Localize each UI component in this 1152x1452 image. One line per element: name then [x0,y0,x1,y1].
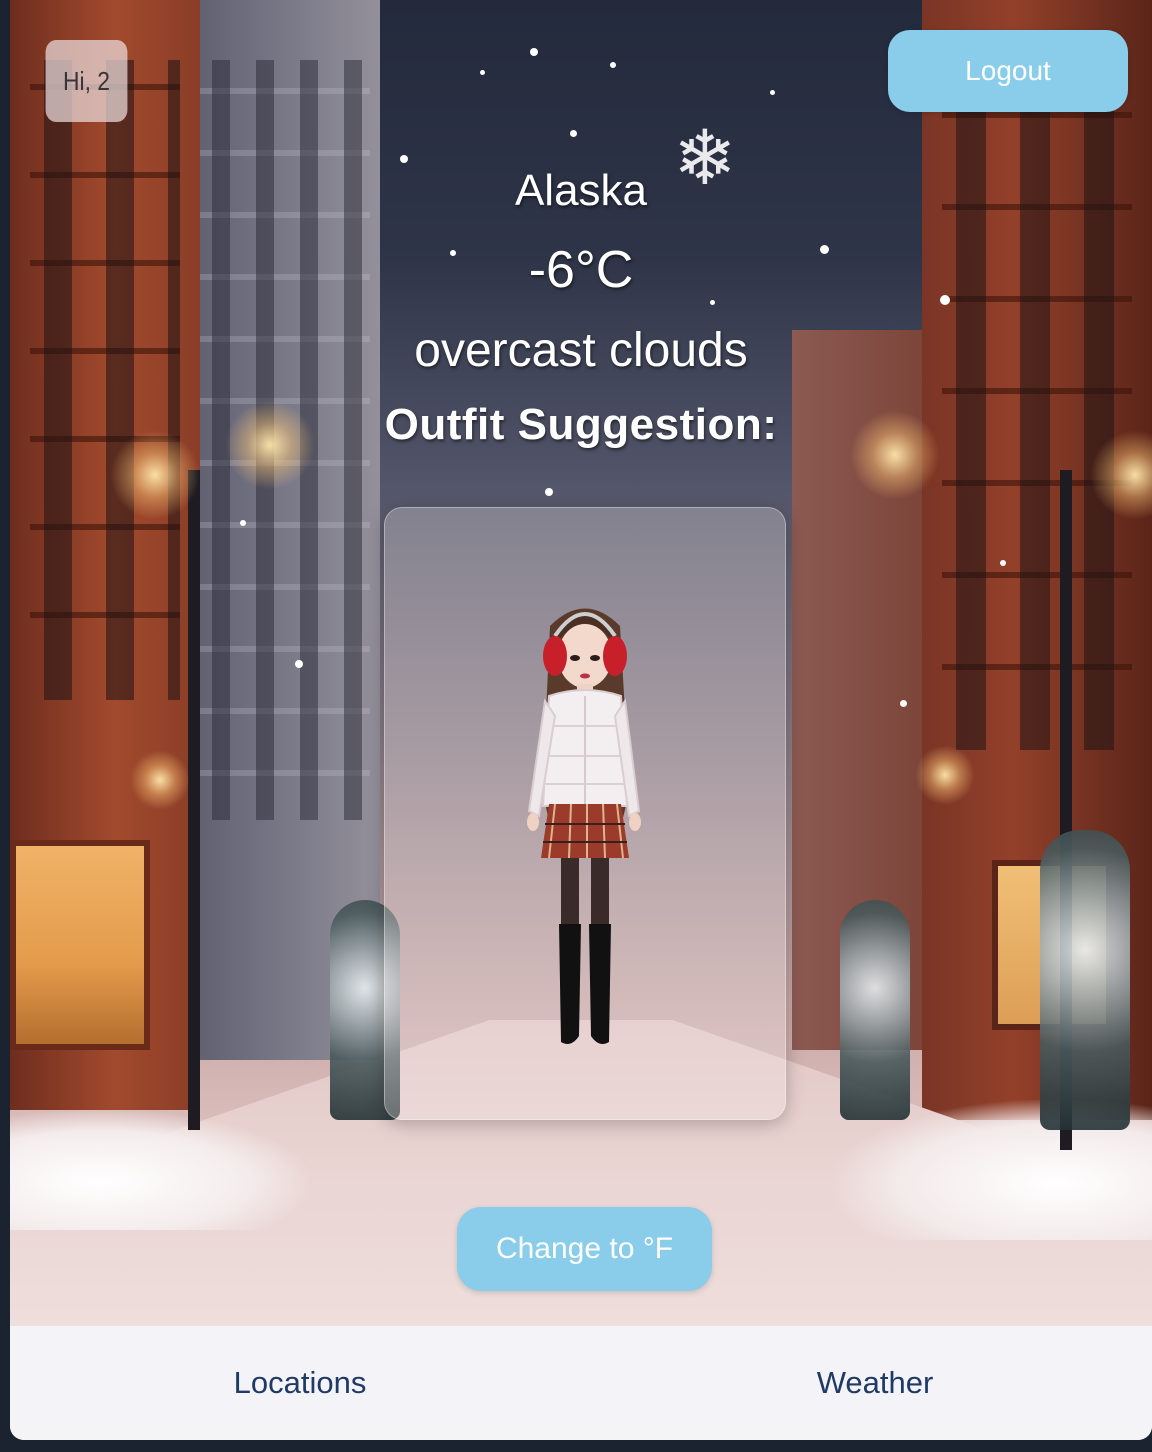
building-windows [30,60,180,700]
snowflake-dot [240,520,246,526]
leg [561,858,579,928]
earmuff-left-icon [543,636,567,676]
snowflake-dot [295,660,303,668]
snowflake-dot [545,488,553,496]
snowflake-dot [610,62,616,68]
black-boot-icon [589,924,611,1044]
lamp-glow [130,750,190,810]
black-boot-icon [559,924,581,1044]
hand [527,813,539,831]
leg [591,858,609,928]
snowy-tree [1040,830,1130,1130]
snowflake-dot [400,155,408,163]
snowflake-dot [770,90,775,95]
lips [580,673,590,679]
outfit-avatar [527,608,641,1044]
hand [629,813,641,831]
temperature-value: -6°C [528,241,634,299]
user-greeting: Hi, 2 [45,40,128,122]
outfit-card [384,507,786,1120]
snowflake-dot [900,700,907,707]
snowflake-dot [1000,560,1006,566]
shop-window [10,840,150,1050]
earmuff-right-icon [603,636,627,676]
location-name: Alaska [514,166,648,215]
bottom-nav: Locations Weather [10,1326,1152,1440]
nav-item-locations[interactable]: Locations [200,1326,400,1440]
nav-item-weather[interactable]: Weather [775,1326,975,1440]
outfit-heading: Outfit Suggestion: [384,400,778,449]
eye [590,655,600,661]
snowflake-dot [710,300,715,305]
app-root: ❄ Hi, 2 Logout Alaska -6°C overcast clou… [10,0,1152,1440]
snowflake-dot [570,130,577,137]
eye [570,655,580,661]
snowflake-dot [480,70,485,75]
change-unit-button[interactable]: Change to °F [457,1207,712,1291]
logout-button[interactable]: Logout [888,30,1128,112]
lamp-post [188,470,200,1130]
lamp-glow [915,745,975,805]
snowflake-dot [530,48,538,56]
snowy-tree [840,900,910,1120]
weather-description: overcast clouds [414,324,748,377]
snowbank [10,1110,310,1230]
